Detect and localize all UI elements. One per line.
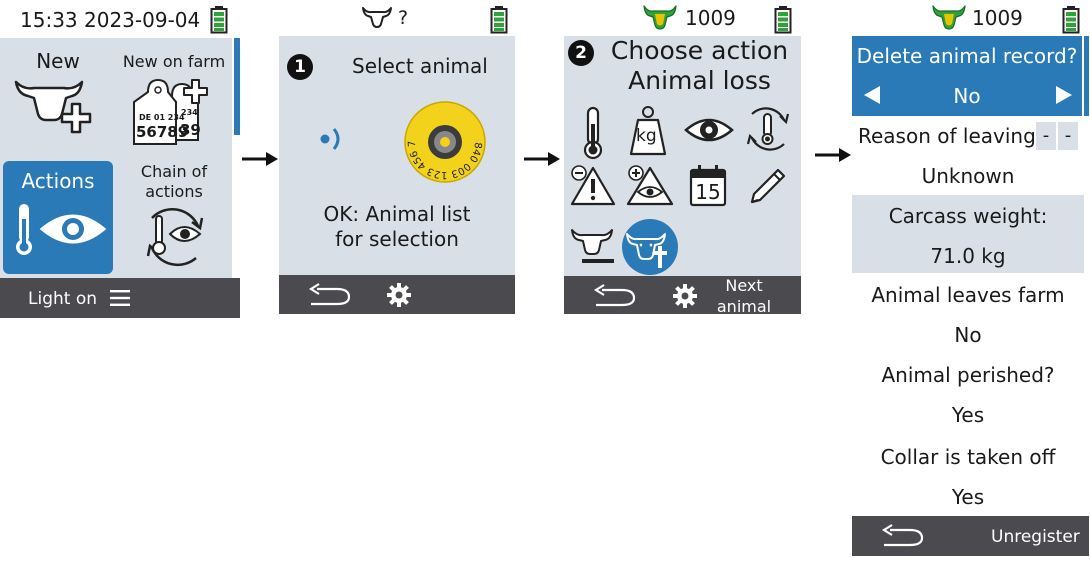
status-time: 15:33 bbox=[20, 8, 78, 32]
settings-gear-icon[interactable] bbox=[673, 284, 697, 308]
menu-icon[interactable] bbox=[110, 290, 130, 306]
leaves-farm-value[interactable]: No bbox=[852, 323, 1084, 347]
arrow-left-icon[interactable] bbox=[864, 86, 880, 104]
scrollbar[interactable] bbox=[234, 38, 240, 135]
leaves-farm-label: Animal leaves farm bbox=[871, 283, 1065, 307]
action-temperature-icon[interactable] bbox=[578, 106, 608, 160]
flow-arrow-1 bbox=[242, 152, 278, 166]
action-cow-remove-icon[interactable] bbox=[570, 226, 616, 268]
thermometer-icon bbox=[11, 203, 37, 257]
tile-chain-line2: actions bbox=[145, 182, 203, 201]
screen-4-footer: Unregister bbox=[852, 516, 1089, 556]
battery-icon bbox=[210, 6, 228, 34]
unregister-button[interactable]: Unregister bbox=[991, 527, 1080, 547]
status-date: 2023-09-04 bbox=[84, 8, 201, 32]
choose-action-line1: Choose action bbox=[610, 36, 789, 65]
reason-label: Reason of leaving bbox=[858, 124, 1036, 148]
ok-hint: OK: Animal list for selection bbox=[279, 202, 515, 252]
tile-actions[interactable]: Actions bbox=[3, 161, 113, 274]
delete-question: Delete animal record? bbox=[856, 44, 1078, 68]
screen-1-footer: Light on bbox=[0, 278, 240, 318]
action-animal-loss-icon[interactable] bbox=[621, 218, 679, 276]
back-icon[interactable] bbox=[880, 524, 926, 548]
back-icon[interactable] bbox=[307, 283, 353, 307]
eye-icon bbox=[39, 209, 107, 249]
flow-arrow-3 bbox=[815, 148, 851, 162]
tile-new-on-farm-label: New on farm bbox=[122, 52, 226, 71]
collar-value[interactable]: Yes bbox=[852, 485, 1084, 509]
tile-actions-label: Actions bbox=[21, 169, 95, 193]
step-badge: 2 bbox=[568, 40, 594, 66]
arrow-right-icon[interactable] bbox=[1056, 86, 1072, 104]
reason-dash-2[interactable]: - bbox=[1058, 122, 1078, 150]
chain-cycle-icon bbox=[140, 204, 210, 270]
animal-id: 1009 bbox=[685, 6, 736, 30]
animal-id: 1009 bbox=[972, 6, 1023, 30]
battery-icon bbox=[490, 6, 508, 34]
animal-id: ? bbox=[398, 7, 409, 29]
weight-unit: kg bbox=[636, 126, 657, 146]
carcass-weight-field[interactable]: Carcass weight: 71.0 kg bbox=[852, 195, 1084, 273]
tile-new-on-farm[interactable]: New on farm DE 01 234 56789 234 39 bbox=[116, 38, 232, 156]
delete-value: No bbox=[953, 84, 981, 108]
action-weight-icon[interactable]: kg bbox=[628, 104, 668, 156]
status-time-date: 15:33 2023-09-04 bbox=[20, 8, 200, 32]
cow-unknown-icon bbox=[362, 6, 392, 28]
collar-label: Collar is taken off bbox=[880, 445, 1056, 469]
delete-record-selector[interactable]: Delete animal record? No bbox=[852, 36, 1082, 116]
next-animal-button[interactable]: Next animal bbox=[710, 275, 778, 317]
action-alarm-observe-icon[interactable] bbox=[626, 164, 674, 208]
cow-add-icon bbox=[14, 74, 104, 136]
calendar-day: 15 bbox=[695, 180, 721, 204]
ok-hint-line1: OK: Animal list bbox=[323, 202, 471, 226]
ear-tag-text-small: DE 01 234 bbox=[139, 113, 185, 122]
rfid-signal-icon bbox=[319, 124, 345, 154]
action-grid-panel: 2 Choose action Animal loss kg 15 bbox=[564, 36, 801, 276]
scrollbar[interactable] bbox=[1084, 36, 1089, 116]
ear-tag-back-small: 234 bbox=[181, 108, 198, 117]
perished-value[interactable]: Yes bbox=[852, 403, 1084, 427]
choose-action-line2: Animal loss bbox=[628, 66, 771, 95]
flow-arrow-2 bbox=[524, 152, 560, 166]
battery-icon bbox=[774, 6, 792, 34]
action-cycle-temperature-icon[interactable] bbox=[744, 104, 792, 154]
battery-icon bbox=[1062, 6, 1080, 34]
ear-tag-back-big: 39 bbox=[180, 121, 201, 139]
carcass-label: Carcass weight: bbox=[888, 204, 1048, 228]
tile-new-label: New bbox=[36, 49, 80, 73]
step-badge: 1 bbox=[287, 54, 313, 80]
action-observation-icon[interactable] bbox=[684, 114, 734, 146]
settings-gear-icon[interactable] bbox=[387, 283, 411, 307]
tile-new[interactable]: New bbox=[0, 38, 116, 156]
next-animal-line1: Next bbox=[725, 276, 763, 295]
perished-label: Animal perished? bbox=[881, 363, 1055, 387]
next-animal-line2: animal bbox=[716, 297, 772, 316]
action-alarm-minus-icon[interactable] bbox=[570, 164, 616, 208]
tile-chain-label: Chain of actions bbox=[116, 162, 232, 202]
reason-value[interactable]: Unknown bbox=[852, 164, 1084, 188]
select-animal-title: Select animal bbox=[352, 54, 488, 78]
tile-chain-line1: Chain of bbox=[140, 162, 208, 181]
tile-chain-of-actions[interactable]: Chain of actions bbox=[116, 156, 232, 278]
ok-hint-line2: for selection bbox=[335, 227, 459, 251]
light-on-button[interactable]: Light on bbox=[28, 289, 97, 309]
screen-3-footer: Next animal bbox=[564, 275, 801, 317]
select-animal-panel: 1 Select animal 840 003 123 456 789 OK: … bbox=[279, 36, 515, 275]
screen-2-footer bbox=[279, 275, 515, 314]
carcass-value: 71.0 kg bbox=[930, 244, 1006, 268]
action-calendar-icon[interactable]: 15 bbox=[688, 164, 728, 208]
back-icon[interactable] bbox=[592, 284, 638, 308]
reason-dash-1[interactable]: - bbox=[1036, 122, 1056, 150]
rfid-ear-tag-icon: 840 003 123 456 789 bbox=[403, 100, 487, 184]
cow-status-icon bbox=[643, 4, 677, 30]
choose-action-title: Choose action Animal loss bbox=[598, 36, 801, 96]
cow-status-icon bbox=[932, 4, 966, 30]
action-note-pencil-icon[interactable] bbox=[746, 166, 788, 208]
